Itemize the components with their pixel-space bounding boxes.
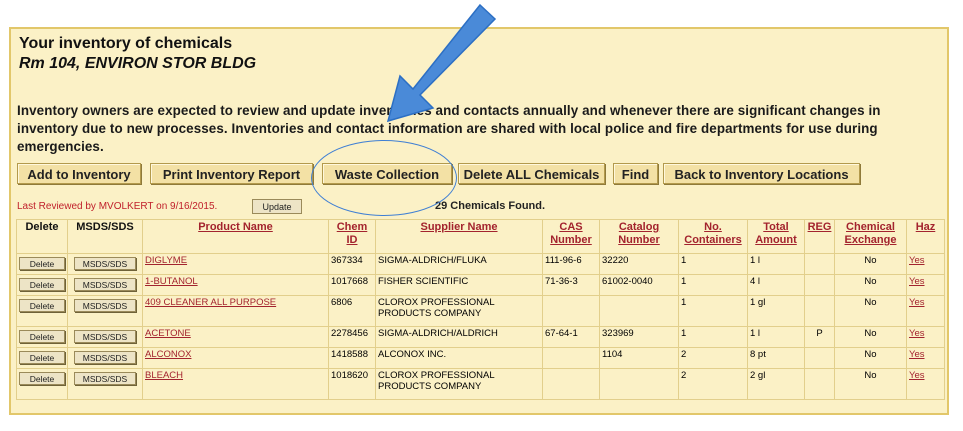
pointer-arrow-icon [386,3,497,123]
